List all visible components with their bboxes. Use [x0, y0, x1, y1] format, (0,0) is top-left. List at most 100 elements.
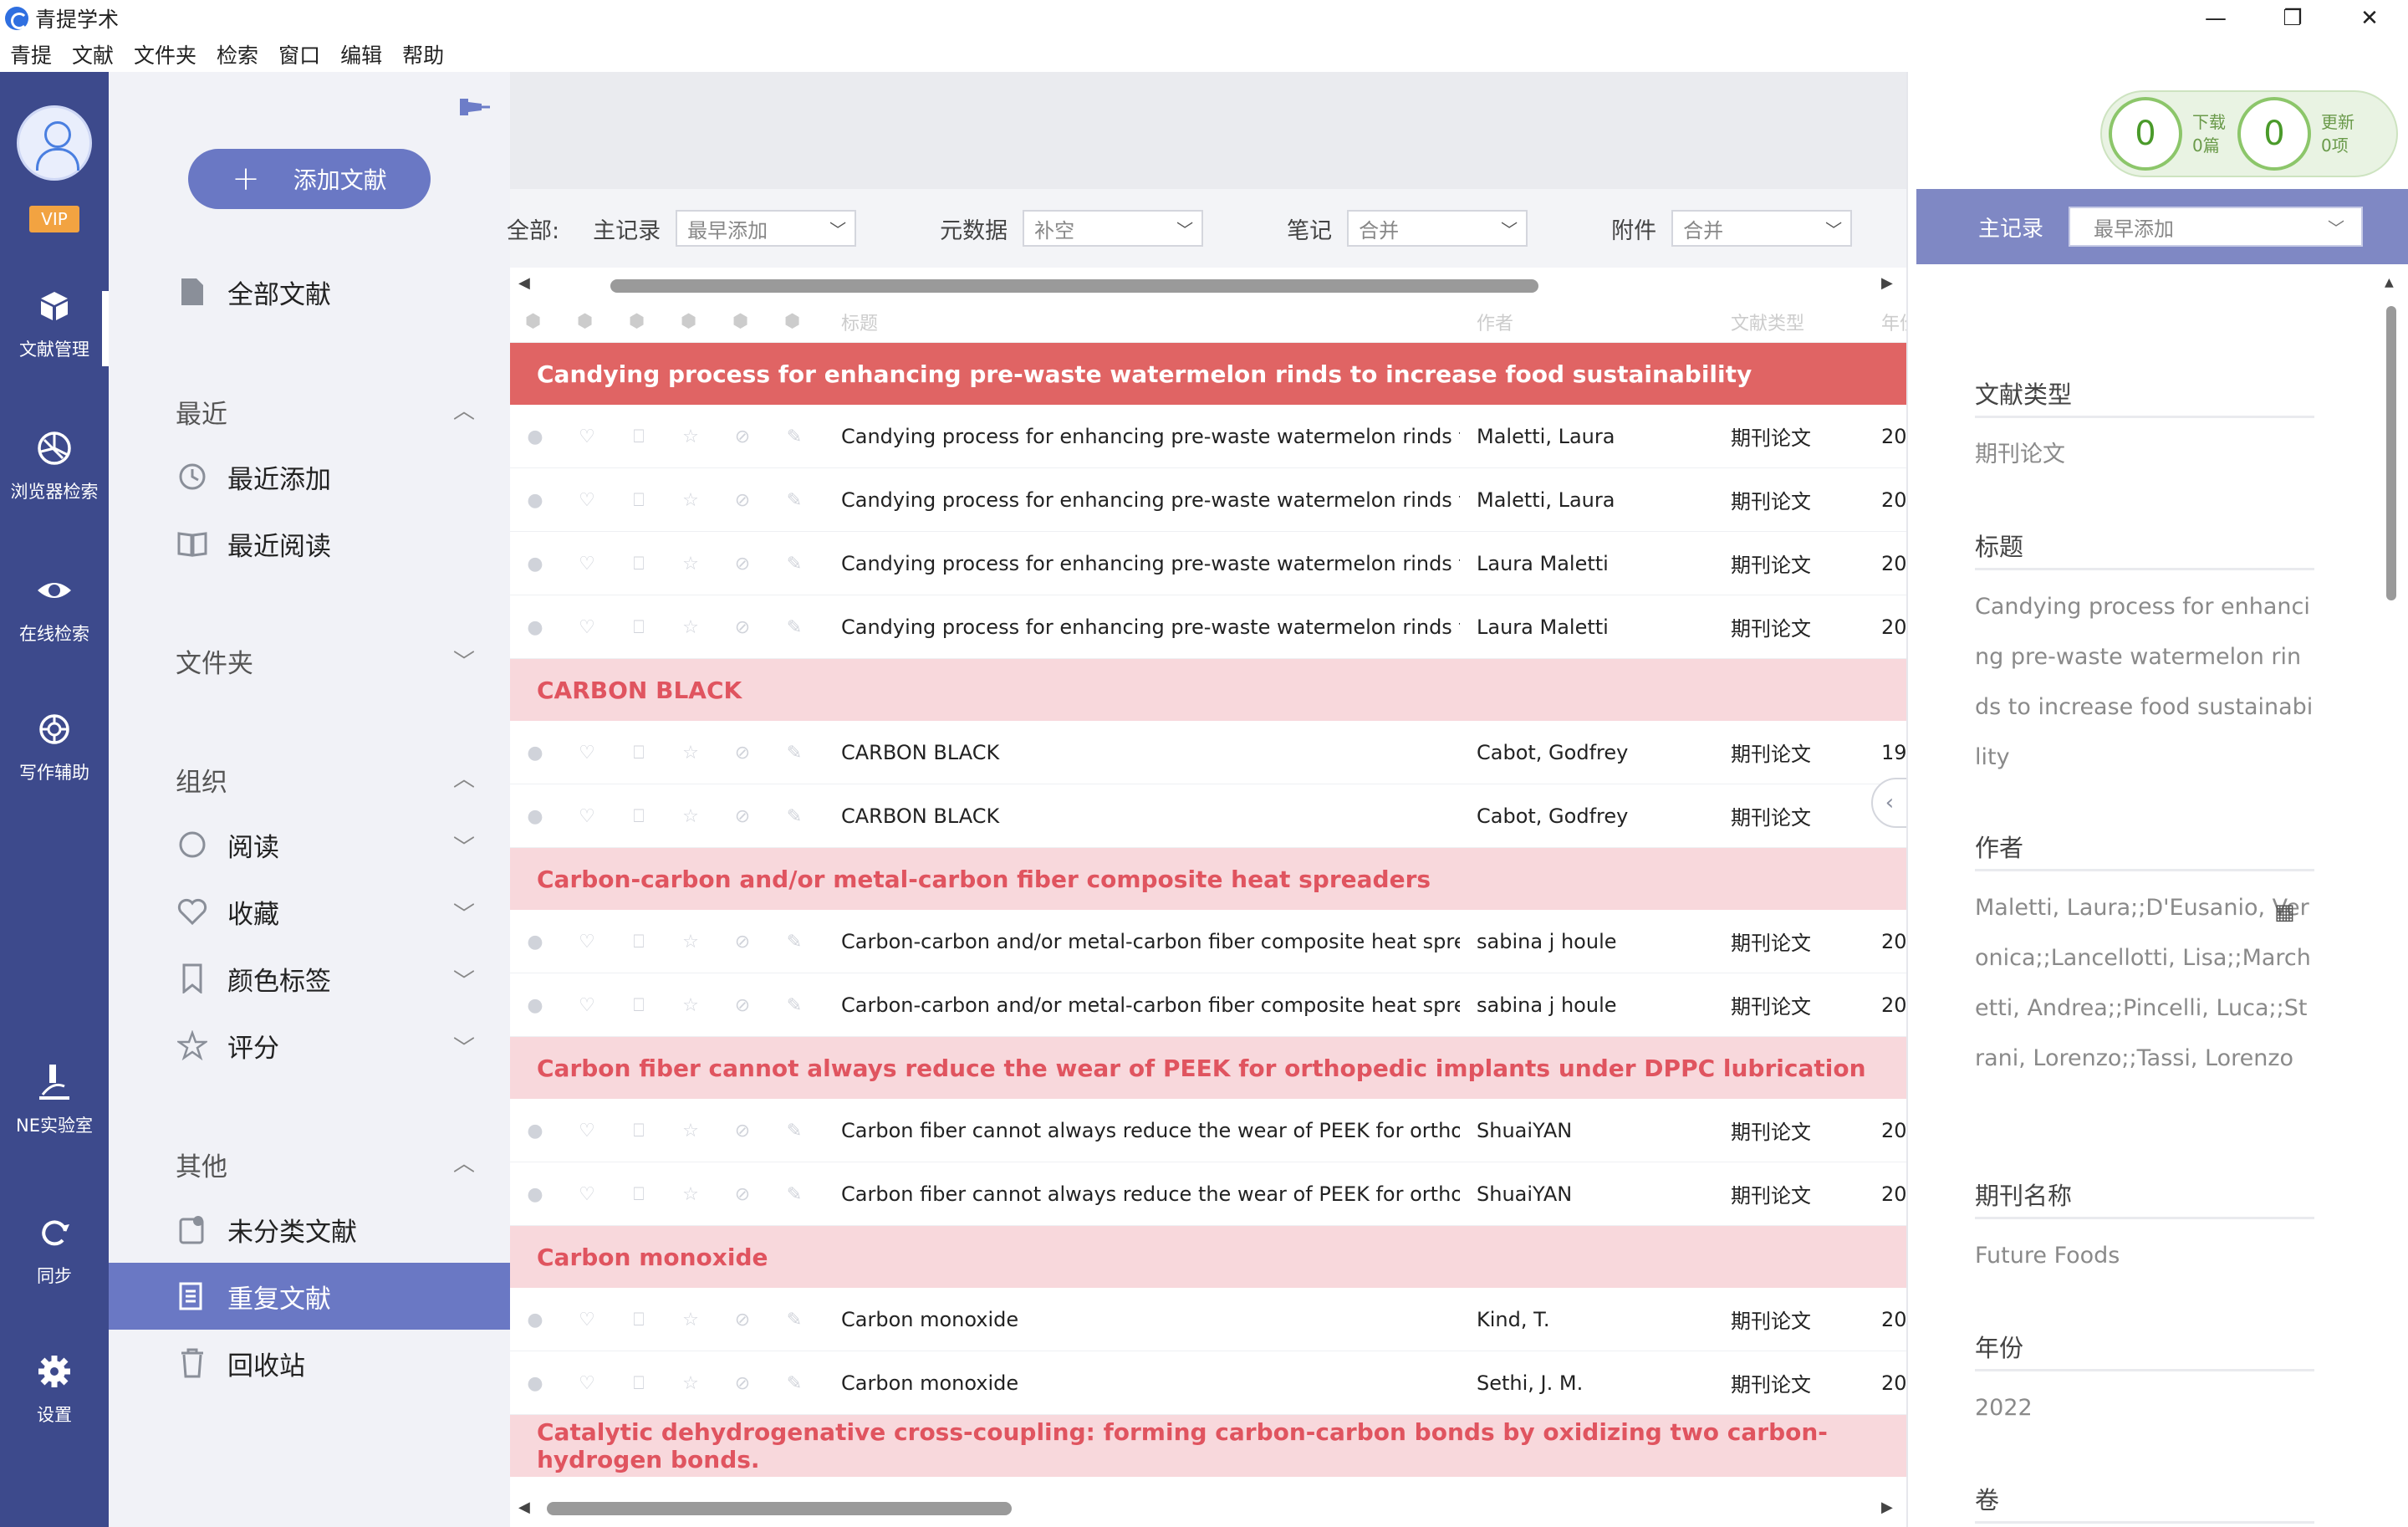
col-tag-icon[interactable]: ⬢	[629, 311, 645, 332]
table-row[interactable]: ● ♡ ⎕ ☆ ⊘ ✎ Candying process for enhancing pre…	[510, 595, 1906, 659]
heart-icon[interactable]: ♡	[577, 554, 597, 575]
metadata-select[interactable]: 补空 ﹀	[1023, 210, 1204, 247]
attachment-icon[interactable]: ⊘	[732, 743, 752, 764]
col-type-header[interactable]: 文献类型	[1731, 309, 1804, 335]
bookmark-icon[interactable]: ⎕	[629, 1373, 649, 1394]
col-year-header[interactable]: 年份	[1881, 309, 1906, 335]
attachment-icon[interactable]: ⊘	[732, 1373, 752, 1394]
pencil-icon[interactable]: ✎	[784, 743, 804, 764]
scrollbar-thumb[interactable]	[610, 279, 1538, 293]
field-value[interactable]: Future Foods	[1975, 1231, 2314, 1281]
table-row[interactable]: ● ♡ ⎕ ☆ ⊘ ✎ Candying process for enhancing pre…	[510, 468, 1906, 532]
attachment-icon[interactable]: ⊘	[732, 806, 752, 827]
table-row[interactable]: ●♡⎕☆⊘✎Catalytic dehydrogenative cross-co…	[510, 1477, 1906, 1489]
horizontal-scrollbar-top[interactable]: ◀ ▶	[510, 268, 1906, 301]
star-icon[interactable]: ☆	[681, 554, 701, 575]
pencil-icon[interactable]: ✎	[784, 995, 804, 1016]
field-value[interactable]: Candying process for enhancing pre-waste…	[1975, 582, 2314, 783]
star-icon[interactable]: ☆	[681, 1373, 701, 1394]
chevron-down-icon[interactable]: ﹀	[452, 647, 477, 675]
col-read-icon[interactable]: ⬢	[525, 311, 541, 332]
scrollbar-thumb[interactable]	[547, 1502, 1012, 1515]
star-icon[interactable]: ☆	[681, 490, 701, 511]
table-row[interactable]: ● ♡ ⎕ ☆ ⊘ ✎ Carbon fiber cannot always reduce …	[510, 1162, 1906, 1226]
attachment-icon[interactable]: ⊘	[732, 554, 752, 575]
read-dot-icon[interactable]: ●	[525, 617, 545, 638]
col-title-header[interactable]: 标题	[841, 309, 878, 335]
pin-icon[interactable]	[457, 94, 490, 124]
rail-item-online-search[interactable]: 在线检索	[0, 572, 109, 646]
scroll-left-icon[interactable]: ◀	[518, 274, 530, 292]
read-dot-icon[interactable]: ●	[525, 1310, 545, 1330]
pencil-icon[interactable]: ✎	[784, 1121, 804, 1141]
table-row[interactable]: ● ♡ ⎕ ☆ ⊘ ✎ CARBON BLACK Cabot, Godfrey L 期刊论文	[510, 784, 1906, 848]
grid-icon[interactable]: ▦	[2274, 900, 2299, 925]
read-dot-icon[interactable]: ●	[525, 1373, 545, 1394]
attachment-icon[interactable]: ⊘	[732, 1184, 752, 1205]
field-value[interactable]: 2022	[1975, 1383, 2314, 1433]
minimize-button[interactable]: —	[2177, 0, 2254, 37]
star-icon[interactable]: ☆	[681, 932, 701, 952]
attachment-icon[interactable]: ⊘	[732, 617, 752, 638]
pencil-icon[interactable]: ✎	[784, 1184, 804, 1205]
table-row[interactable]: ● ♡ ⎕ ☆ ⊘ ✎ Carbon monoxide Sethi, J. M. 期刊论文 202…	[510, 1351, 1906, 1415]
heart-icon[interactable]: ♡	[577, 1121, 597, 1141]
rail-item-ne-lab[interactable]: NE实验室	[0, 1064, 109, 1137]
add-literature-button[interactable]: + 添加文献	[188, 149, 431, 209]
note-select[interactable]: 合并 ﹀	[1347, 210, 1528, 247]
heart-icon[interactable]: ♡	[577, 490, 597, 511]
bookmark-icon[interactable]: ⎕	[629, 806, 649, 827]
chevron-down-icon[interactable]: ﹀	[452, 900, 477, 927]
pencil-icon[interactable]: ✎	[784, 932, 804, 952]
menu-window[interactable]: 窗口	[278, 39, 320, 69]
scrollbar-thumb[interactable]	[2386, 306, 2396, 600]
scroll-right-icon[interactable]: ▶	[1881, 1499, 1893, 1516]
table-row[interactable]: ● ♡ ⎕ ☆ ⊘ ✎ CARBON BLACK Cabot, Godfrey L 期刊论文 19…	[510, 721, 1906, 784]
chevron-up-icon[interactable]: ︿	[452, 1149, 477, 1177]
chevron-up-icon[interactable]: ︿	[452, 396, 477, 424]
update-count[interactable]: 0	[2237, 97, 2311, 171]
read-dot-icon[interactable]: ●	[525, 806, 545, 827]
scroll-right-icon[interactable]: ▶	[1881, 274, 1893, 292]
nav-trash[interactable]: 回收站	[109, 1330, 510, 1397]
close-button[interactable]: ✕	[2331, 0, 2408, 37]
vertical-scrollbar[interactable]: ▲	[2381, 276, 2400, 1525]
nav-recent-added[interactable]: 最近添加	[109, 443, 510, 510]
bookmark-icon[interactable]: ⎕	[629, 1184, 649, 1205]
detail-main-select[interactable]: 最早添加 ﹀	[2069, 207, 2364, 247]
bookmark-icon[interactable]: ⎕	[629, 554, 649, 575]
pencil-icon[interactable]: ✎	[784, 426, 804, 447]
menu-edit[interactable]: 编辑	[340, 39, 382, 69]
pencil-icon[interactable]: ✎	[784, 1373, 804, 1394]
rail-item-writing-assist[interactable]: 写作辅助	[0, 711, 109, 784]
scroll-up-icon[interactable]: ▲	[2385, 276, 2394, 289]
duplicate-group-header[interactable]: Carbon-carbon and/or metal-carbon fiber …	[510, 848, 1906, 910]
read-dot-icon[interactable]: ●	[525, 1121, 545, 1141]
col-attach-icon[interactable]: ⬢	[732, 311, 748, 332]
menu-search[interactable]: 检索	[217, 39, 258, 69]
read-dot-icon[interactable]: ●	[525, 490, 545, 511]
table-row[interactable]: ● ♡ ⎕ ☆ ⊘ ✎ Carbon-carbon and/or metal-carbon …	[510, 910, 1906, 973]
bookmark-icon[interactable]: ⎕	[629, 1310, 649, 1330]
col-note-icon[interactable]: ⬢	[784, 311, 800, 332]
star-icon[interactable]: ☆	[681, 743, 701, 764]
nav-recent-read[interactable]: 最近阅读	[109, 510, 510, 577]
pencil-icon[interactable]: ✎	[784, 490, 804, 511]
col-rate-icon[interactable]: ⬢	[681, 311, 696, 332]
rail-item-settings[interactable]: 设置	[0, 1353, 109, 1427]
duplicate-group-header[interactable]: Carbon fiber cannot always reduce the we…	[510, 1037, 1906, 1099]
bookmark-icon[interactable]: ⎕	[629, 743, 649, 764]
field-value[interactable]: Maletti, Laura;;D'Eusanio, Veronica;;Lan…	[1975, 883, 2314, 1084]
avatar[interactable]	[17, 105, 92, 181]
bookmark-icon[interactable]: ⎕	[629, 490, 649, 511]
attachment-icon[interactable]: ⊘	[732, 932, 752, 952]
pencil-icon[interactable]: ✎	[784, 806, 804, 827]
chevron-down-icon[interactable]: ﹀	[452, 967, 477, 994]
nav-duplicates[interactable]: 重复文献	[109, 1263, 510, 1330]
heart-icon[interactable]: ♡	[577, 932, 597, 952]
nav-color-tags[interactable]: 颜色标签 ﹀	[109, 945, 510, 1012]
vip-badge[interactable]: VIP	[29, 206, 79, 232]
horizontal-scrollbar-bottom[interactable]: ◀ ▶	[510, 1489, 1906, 1527]
heart-icon[interactable]: ♡	[577, 1310, 597, 1330]
star-icon[interactable]: ☆	[681, 617, 701, 638]
